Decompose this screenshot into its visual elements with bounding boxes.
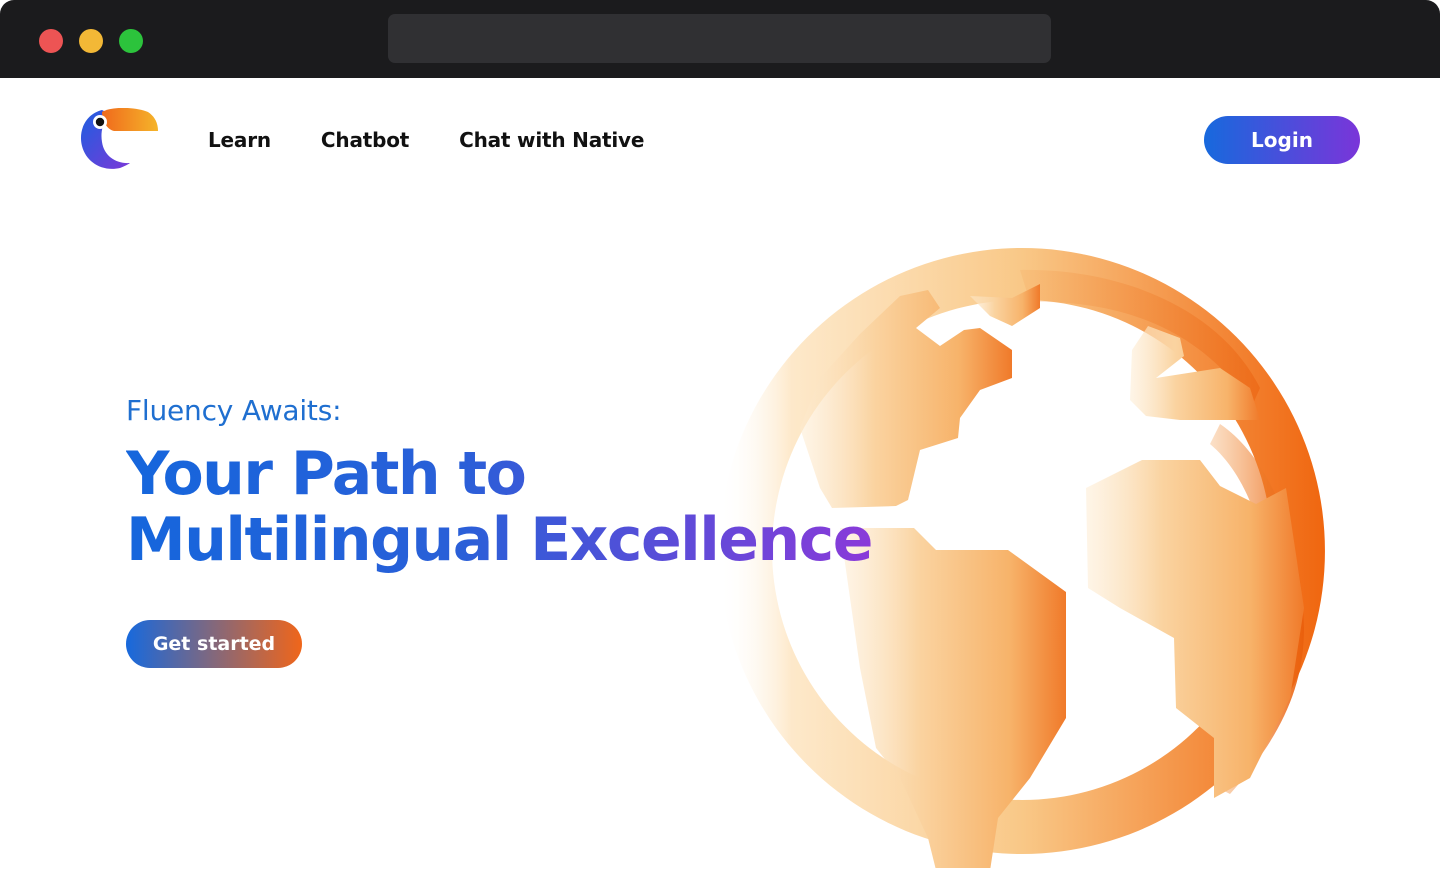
window-close-button[interactable] [39, 29, 63, 53]
window-minimize-button[interactable] [79, 29, 103, 53]
login-button[interactable]: Login [1204, 116, 1360, 164]
hero-eyebrow: Fluency Awaits: [126, 394, 342, 427]
nav-item-chatbot[interactable]: Chatbot [321, 128, 409, 152]
hero-section: Fluency Awaits: Your Path to Multilingua… [126, 394, 872, 573]
hero-headline: Your Path to Multilingual Excellence [126, 441, 872, 573]
toucan-logo[interactable] [80, 108, 160, 172]
main-nav: Learn Chatbot Chat with Native [208, 128, 644, 152]
window-maximize-button[interactable] [119, 29, 143, 53]
address-bar[interactable] [388, 14, 1051, 63]
get-started-button[interactable]: Get started [126, 620, 302, 668]
hero-headline-line-2: Multilingual Excellence [126, 505, 872, 575]
nav-item-learn[interactable]: Learn [208, 128, 271, 152]
nav-item-chat-with-native[interactable]: Chat with Native [459, 128, 644, 152]
landing-page: Learn Chatbot Chat with Native Login Flu… [0, 78, 1440, 888]
hero-headline-line-1: Your Path to [126, 439, 526, 509]
browser-window-chrome [0, 0, 1440, 78]
